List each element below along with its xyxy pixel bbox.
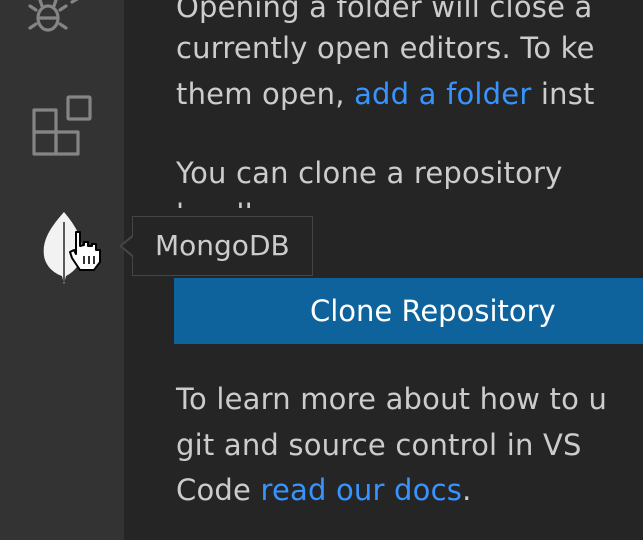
welcome-para3-line2: git and source control in VS	[176, 428, 582, 462]
welcome-para1-line3: them open, add a folder inst	[176, 77, 595, 111]
extensions-icon[interactable]	[30, 94, 96, 158]
welcome-para1-line2: currently open editors. To ke	[176, 31, 595, 65]
tooltip-arrow-fill	[122, 237, 133, 255]
welcome-para3-line1: To learn more about how to u	[176, 382, 608, 416]
tooltip-label: MongoDB	[155, 229, 290, 262]
vscode-window: Opening a folder will close a currently …	[0, 0, 643, 540]
welcome-para3-line3: Code read our docs.	[176, 473, 472, 507]
activity-bar	[0, 0, 124, 540]
welcome-para2-line1: You can clone a repository	[176, 156, 563, 190]
debug-icon[interactable]	[22, 0, 102, 38]
add-folder-link[interactable]: add a folder	[354, 77, 531, 111]
mongodb-tooltip: MongoDB	[132, 216, 313, 276]
read-docs-link[interactable]: read our docs	[260, 473, 462, 507]
clone-repository-button[interactable]: Clone Repository	[174, 278, 643, 344]
hand-cursor-icon	[69, 231, 101, 271]
